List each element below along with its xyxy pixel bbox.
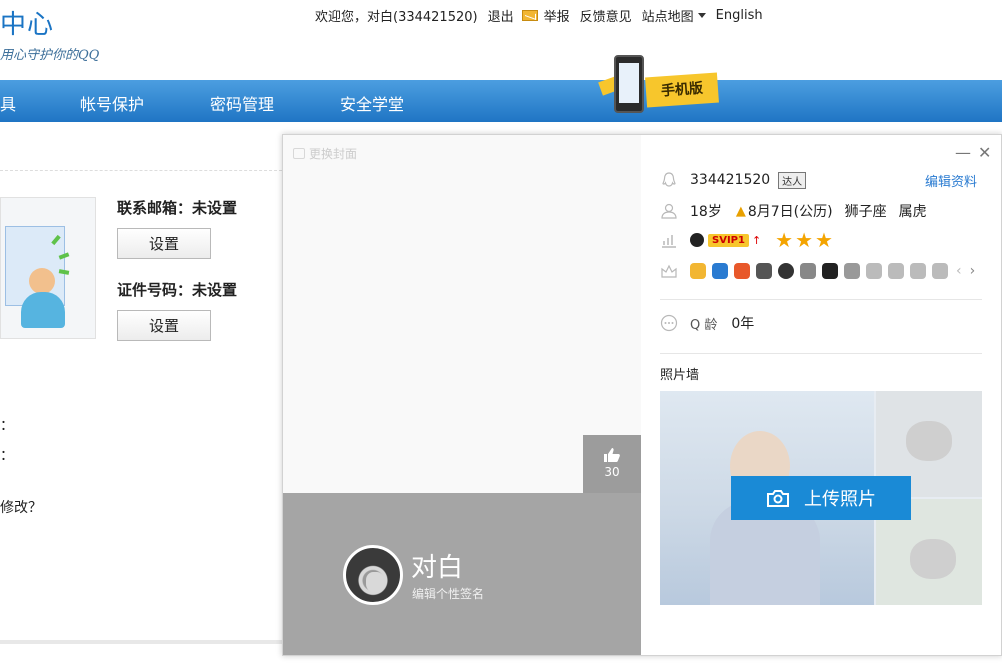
- minimize-button[interactable]: —: [955, 143, 971, 162]
- like-button[interactable]: 30: [583, 435, 641, 493]
- mail-icon[interactable]: [521, 10, 538, 21]
- service-icons-row: ‹ ›: [660, 262, 975, 280]
- diamond-icon[interactable]: [888, 263, 904, 279]
- report-link[interactable]: 举报: [544, 6, 570, 25]
- diamond-icon[interactable]: [866, 263, 882, 279]
- profile-info-panel: — ✕ 334421520 达人 编辑资料 18岁 ▲ 8月7日(公历) 狮子座…: [641, 135, 1001, 655]
- camera-icon: [767, 490, 789, 507]
- level-star-icon: ★: [775, 228, 794, 252]
- security-illustration: [0, 197, 96, 339]
- penguin-icon: [662, 172, 676, 187]
- contact-email-label: 联系邮箱：未设置: [117, 199, 238, 217]
- logo-slogan: 用心守护你的QQ: [0, 48, 100, 63]
- left-text-fragment: 修改？: [0, 500, 42, 516]
- welcome-text: 欢迎您，对白(334421520): [315, 10, 478, 25]
- upload-photo-button[interactable]: 上传照片: [731, 476, 911, 520]
- qage-value: 0年: [731, 316, 755, 332]
- left-text-fragment: ：: [0, 418, 14, 434]
- nav-item-account-protection[interactable]: 帐号保护: [80, 91, 144, 115]
- svip-label: SVIP1: [708, 233, 749, 247]
- divider: [0, 170, 282, 171]
- left-text-fragment: ：: [0, 448, 14, 464]
- photo-wall-title: 照片墙: [660, 368, 700, 383]
- more-icon: [660, 314, 678, 332]
- edit-signature-link[interactable]: 编辑个性签名: [412, 585, 484, 602]
- top-links: 欢迎您，对白(334421520) 退出 举报 反馈意见 站点地图 Englis…: [315, 6, 773, 25]
- left-content: 联系邮箱：未设置 设置 证件号码：未设置 设置 ： ： 修改？: [0, 135, 282, 645]
- mobile-version-label: 手机版: [645, 72, 719, 108]
- diamond-icon[interactable]: [844, 263, 860, 279]
- feedback-link[interactable]: 反馈意见: [580, 6, 632, 25]
- mobile-version-badge[interactable]: 手机版: [598, 55, 724, 115]
- qq-service-icon[interactable]: [690, 263, 706, 279]
- crown-icon: [661, 264, 677, 278]
- id-number-label: 证件号码：未设置: [117, 281, 238, 299]
- age: 18岁: [690, 204, 722, 220]
- nav-item-password[interactable]: 密码管理: [210, 91, 274, 115]
- qage-label: Q 龄: [690, 317, 718, 333]
- thumbs-up-icon: [604, 448, 620, 462]
- nickname: 对白: [411, 553, 464, 583]
- qq-service-icon[interactable]: [712, 263, 728, 279]
- set-id-button[interactable]: 设置: [117, 310, 211, 341]
- qq-service-icon[interactable]: [756, 263, 772, 279]
- qq-service-icon[interactable]: [800, 263, 816, 279]
- birthday: 8月7日(公历): [747, 204, 833, 220]
- basic-info-row: 18岁 ▲ 8月7日(公历) 狮子座 属虎: [660, 201, 927, 221]
- chevron-right-icon[interactable]: ›: [970, 263, 976, 279]
- set-email-button[interactable]: 设置: [117, 228, 211, 259]
- level-row: SVIP1 ↑ ★ ★ ★: [660, 228, 833, 252]
- profile-card-popup: 更换封面 30 对白 编辑个性签名 — ✕ 334421520 达人 编辑资料: [282, 134, 1002, 656]
- divider: [0, 640, 282, 644]
- close-button[interactable]: ✕: [978, 143, 991, 162]
- change-cover-button[interactable]: 更换封面: [293, 145, 357, 162]
- qq-service-icon[interactable]: [778, 263, 794, 279]
- qq-number: 334421520: [690, 172, 771, 188]
- svip-badge[interactable]: SVIP1 ↑: [690, 233, 761, 247]
- cover-area: 更换封面 30: [283, 135, 641, 493]
- level-chart-icon: [662, 235, 676, 248]
- profile-band: 对白 编辑个性签名: [283, 493, 641, 655]
- sitemap-link[interactable]: 站点地图: [642, 6, 694, 25]
- photo-wall: 上传照片: [660, 391, 982, 605]
- change-cover-label: 更换封面: [309, 147, 358, 161]
- english-link[interactable]: English: [716, 8, 763, 23]
- shirt-icon: [293, 148, 305, 159]
- phone-icon: [614, 55, 644, 113]
- avatar[interactable]: [343, 545, 403, 605]
- qq-number-row: 334421520 达人: [660, 171, 807, 189]
- daren-badge[interactable]: 达人: [778, 171, 807, 189]
- zodiac: 狮子座: [844, 204, 887, 220]
- logo-title[interactable]: 中心: [0, 4, 54, 41]
- chevron-left-icon[interactable]: ‹: [956, 263, 962, 279]
- chevron-down-icon[interactable]: [697, 13, 706, 18]
- main-nav: 具 帐号保护 密码管理 安全学堂: [0, 80, 1002, 122]
- profile-cover-panel: 更换封面 30 对白 编辑个性签名: [283, 135, 641, 655]
- qq-service-icon[interactable]: [734, 263, 750, 279]
- level-star-icon: ★: [795, 228, 814, 252]
- qage-row: Q 龄 0年: [660, 313, 754, 333]
- nav-item-security-school[interactable]: 安全学堂: [340, 91, 404, 115]
- diamond-icon[interactable]: [932, 263, 948, 279]
- diamond-icon[interactable]: [910, 263, 926, 279]
- logout-link[interactable]: 退出: [488, 6, 514, 25]
- qq-service-icon[interactable]: [822, 263, 838, 279]
- nav-item-tools[interactable]: 具: [0, 91, 16, 115]
- user-icon: [661, 203, 677, 219]
- divider: [660, 299, 982, 300]
- cake-icon: ▲: [735, 203, 746, 219]
- divider: [660, 353, 982, 354]
- edit-profile-link[interactable]: 编辑资料: [925, 171, 977, 190]
- upload-photo-label: 上传照片: [804, 489, 876, 510]
- chinese-zodiac: 属虎: [898, 204, 927, 220]
- like-count: 30: [604, 465, 620, 479]
- level-star-icon: ★: [815, 228, 833, 252]
